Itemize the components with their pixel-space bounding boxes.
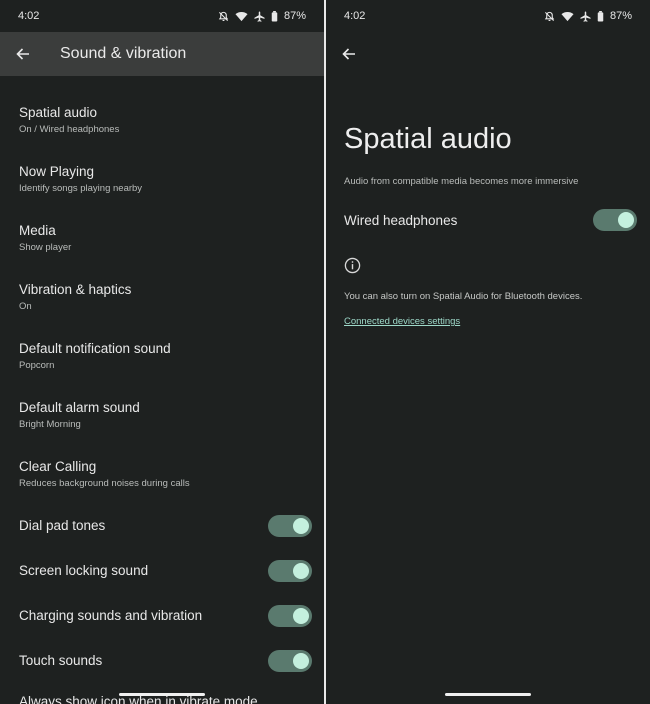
charging-sounds-switch[interactable] [268,604,312,627]
toggle-label: Screen locking sound [19,563,149,578]
setting-title: Spatial audio [19,105,98,120]
switch-knob [618,212,634,228]
toggle-row-touch-sounds[interactable]: Touch sounds [0,638,324,683]
battery-percent: 87% [283,10,306,22]
back-arrow-icon[interactable] [340,45,358,63]
switch-knob [293,517,309,534]
setting-media[interactable]: Media Show player [0,208,324,267]
setting-clear-calling[interactable]: Clear Calling Reduces background noises … [0,444,324,503]
switch-knob [293,607,309,624]
setting-title: Clear Calling [19,459,97,474]
toggle-label: Dial pad tones [19,518,106,533]
page-title: Sound & vibration [60,45,187,62]
screen-locking-sound-switch[interactable] [268,559,312,582]
setting-subtitle: Bright Morning [19,419,81,430]
info-icon-wrap [326,231,650,279]
setting-default-alarm-sound[interactable]: Default alarm sound Bright Morning [0,385,324,444]
toggle-row-charging-sounds[interactable]: Charging sounds and vibration [0,593,324,638]
setting-title: Media [19,223,56,238]
toggle-label: Wired headphones [344,212,458,228]
touch-sounds-switch[interactable] [268,649,312,672]
notifications-muted-icon [544,11,555,22]
toggle-row-dial-pad-tones[interactable]: Dial pad tones [0,503,324,548]
status-bar: 4:02 87% [326,0,650,32]
setting-title: Now Playing [19,164,95,179]
settings-list: Spatial audio On / Wired headphones Now … [0,76,324,683]
wifi-icon [561,11,574,22]
notifications-muted-icon [218,11,229,22]
battery-percent: 87% [609,10,632,22]
page-description: Audio from compatible media becomes more… [344,176,579,187]
airplane-icon [254,10,265,22]
status-time: 4:02 [344,10,366,22]
toggle-label: Touch sounds [19,653,103,668]
setting-vibration-haptics[interactable]: Vibration & haptics On [0,267,324,326]
app-bar [326,32,650,76]
toggle-row-wired-headphones[interactable]: Wired headphones [326,187,650,231]
status-bar: 4:02 87% [0,0,324,32]
setting-subtitle: Identify songs playing nearby [19,183,143,194]
bluetooth-note: You can also turn on Spatial Audio for B… [344,291,583,302]
toggle-label: Charging sounds and vibration [19,608,203,623]
setting-default-notification-sound[interactable]: Default notification sound Popcorn [0,326,324,385]
back-arrow-icon[interactable] [14,45,32,63]
switch-knob [293,562,309,579]
dial-pad-tones-switch[interactable] [268,514,312,537]
setting-subtitle: Reduces background noises during calls [19,478,190,489]
status-time: 4:02 [18,10,40,22]
gesture-nav-handle[interactable] [445,693,531,696]
app-bar: Sound & vibration [0,32,324,76]
battery-icon [271,10,278,22]
setting-title: Default notification sound [19,341,171,356]
sound-vibration-screen: 4:02 87% Sound & vibration Spatial audio [0,0,324,704]
setting-subtitle: On / Wired headphones [19,124,120,135]
setting-subtitle: On [19,301,32,312]
setting-title: Default alarm sound [19,400,140,415]
toggle-row-screen-locking-sound[interactable]: Screen locking sound [0,548,324,593]
setting-subtitle: Popcorn [19,360,55,371]
info-icon [344,257,361,278]
setting-title: Vibration & haptics [19,282,132,297]
setting-subtitle: Show player [19,242,72,253]
connected-devices-link[interactable]: Connected devices settings [326,302,650,327]
airplane-icon [580,10,591,22]
gesture-nav-handle[interactable] [119,693,205,696]
spatial-audio-screen: 4:02 87% Spatial audio Audio from compat… [326,0,650,704]
wifi-icon [235,11,248,22]
setting-spatial-audio[interactable]: Spatial audio On / Wired headphones [0,90,324,149]
battery-icon [597,10,604,22]
switch-knob [293,652,309,669]
page-title: Spatial audio [344,123,512,155]
setting-now-playing[interactable]: Now Playing Identify songs playing nearb… [0,149,324,208]
wired-headphones-switch[interactable] [593,209,637,231]
